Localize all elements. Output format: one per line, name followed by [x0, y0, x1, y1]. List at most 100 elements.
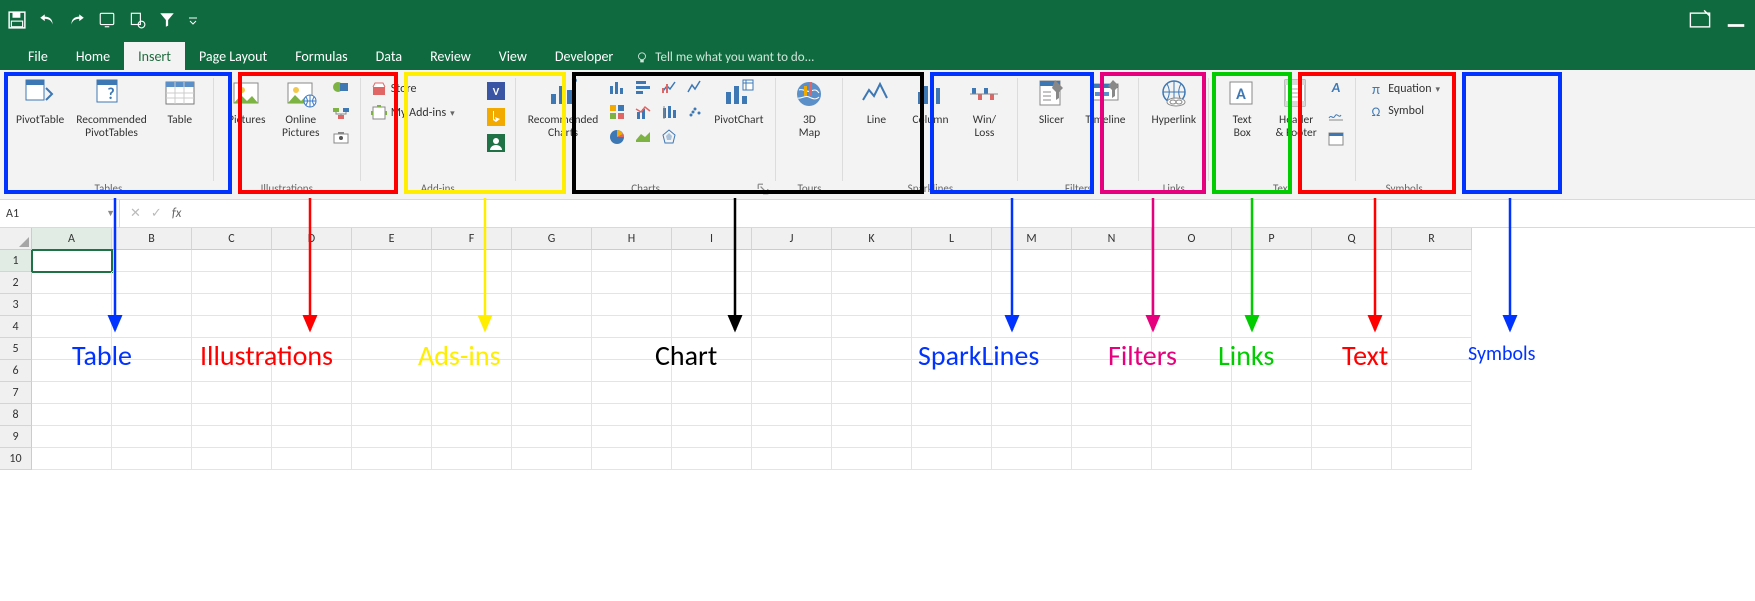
cell[interactable]: [592, 404, 672, 426]
cell[interactable]: [1072, 316, 1152, 338]
cell[interactable]: [1232, 404, 1312, 426]
fx-icon[interactable]: fx: [172, 206, 182, 221]
cell[interactable]: [992, 316, 1072, 338]
cell[interactable]: [272, 448, 352, 470]
cell[interactable]: [1312, 448, 1392, 470]
cell[interactable]: [752, 250, 832, 272]
cell[interactable]: [592, 250, 672, 272]
cell[interactable]: [512, 316, 592, 338]
pivottable-button[interactable]: PivotTable: [12, 76, 68, 129]
cell[interactable]: [1152, 294, 1232, 316]
name-box[interactable]: A1 ▼: [0, 200, 120, 227]
cell[interactable]: [352, 448, 432, 470]
qat-customize-icon[interactable]: [188, 11, 198, 29]
cell[interactable]: [832, 426, 912, 448]
cell[interactable]: [1072, 382, 1152, 404]
minimize-icon[interactable]: [1725, 9, 1747, 31]
cell[interactable]: [512, 448, 592, 470]
cell[interactable]: [1072, 404, 1152, 426]
hyperlink-button[interactable]: Hyperlink: [1147, 76, 1200, 129]
cell[interactable]: [1232, 272, 1312, 294]
col-header[interactable]: L: [912, 228, 992, 250]
smartart-icon[interactable]: [330, 102, 352, 124]
tab-data[interactable]: Data: [362, 42, 416, 70]
timeline-button[interactable]: Timeline: [1080, 76, 1130, 129]
cell[interactable]: [1232, 294, 1312, 316]
cell[interactable]: [832, 316, 912, 338]
cell[interactable]: [832, 404, 912, 426]
cell[interactable]: [1232, 426, 1312, 448]
cell[interactable]: [112, 250, 192, 272]
cell[interactable]: [512, 294, 592, 316]
scatter-chart-icon[interactable]: [684, 101, 706, 123]
cell[interactable]: [592, 294, 672, 316]
cell[interactable]: [752, 338, 832, 360]
cell[interactable]: [352, 382, 432, 404]
visio-addin-icon[interactable]: V: [485, 80, 507, 102]
combo-chart-icon[interactable]: [632, 101, 654, 123]
cell[interactable]: [1392, 316, 1472, 338]
cell[interactable]: [912, 250, 992, 272]
cell[interactable]: [992, 426, 1072, 448]
row-header[interactable]: 3: [0, 294, 32, 316]
cell[interactable]: [112, 426, 192, 448]
tab-insert[interactable]: Insert: [124, 42, 185, 70]
cell[interactable]: [752, 382, 832, 404]
col-header[interactable]: C: [192, 228, 272, 250]
formula-input[interactable]: [191, 200, 1755, 227]
cell[interactable]: [352, 272, 432, 294]
cell[interactable]: [1152, 250, 1232, 272]
object-icon[interactable]: [1325, 128, 1347, 150]
col-header[interactable]: B: [112, 228, 192, 250]
cell[interactable]: [912, 382, 992, 404]
cell[interactable]: [32, 250, 112, 272]
cell[interactable]: [1152, 272, 1232, 294]
cell[interactable]: [432, 294, 512, 316]
row-header[interactable]: 4: [0, 316, 32, 338]
cell[interactable]: [272, 250, 352, 272]
cell[interactable]: [672, 448, 752, 470]
col-header[interactable]: H: [592, 228, 672, 250]
cell[interactable]: [32, 272, 112, 294]
col-header[interactable]: R: [1392, 228, 1472, 250]
row-header[interactable]: 1: [0, 250, 32, 272]
tab-formulas[interactable]: Formulas: [281, 42, 361, 70]
stock-chart-icon[interactable]: [658, 76, 680, 98]
cell[interactable]: [192, 426, 272, 448]
redo-icon[interactable]: [68, 11, 86, 29]
cell[interactable]: [1152, 448, 1232, 470]
cell[interactable]: [592, 448, 672, 470]
cell[interactable]: [992, 382, 1072, 404]
cell[interactable]: [1312, 404, 1392, 426]
symbol-button[interactable]: Ω Symbol: [1366, 102, 1426, 120]
cell[interactable]: [1072, 448, 1152, 470]
cell[interactable]: [112, 404, 192, 426]
people-addin-icon[interactable]: [485, 132, 507, 154]
col-header[interactable]: F: [432, 228, 512, 250]
cell[interactable]: [112, 448, 192, 470]
tab-developer[interactable]: Developer: [541, 42, 627, 70]
row-header[interactable]: 5: [0, 338, 32, 360]
cell[interactable]: [832, 338, 912, 360]
cell[interactable]: [512, 426, 592, 448]
cell[interactable]: [512, 404, 592, 426]
cell[interactable]: [192, 404, 272, 426]
cell[interactable]: [112, 316, 192, 338]
cell[interactable]: [512, 272, 592, 294]
col-header[interactable]: Q: [1312, 228, 1392, 250]
row-header[interactable]: 2: [0, 272, 32, 294]
tab-file[interactable]: File: [14, 42, 62, 70]
header-footer-button[interactable]: Header & Footer: [1271, 76, 1321, 142]
cell[interactable]: [112, 382, 192, 404]
tell-me-search[interactable]: Tell me what you want to do...: [627, 44, 822, 70]
col-header[interactable]: M: [992, 228, 1072, 250]
col-header[interactable]: N: [1072, 228, 1152, 250]
namebox-dropdown-icon[interactable]: ▼: [106, 208, 115, 219]
sparkline-column-button[interactable]: Column: [905, 76, 955, 129]
cell[interactable]: [1152, 404, 1232, 426]
cell[interactable]: [752, 294, 832, 316]
3d-map-button[interactable]: 3D Map: [784, 76, 834, 142]
cell[interactable]: [432, 404, 512, 426]
cell[interactable]: [352, 404, 432, 426]
cell[interactable]: [912, 448, 992, 470]
